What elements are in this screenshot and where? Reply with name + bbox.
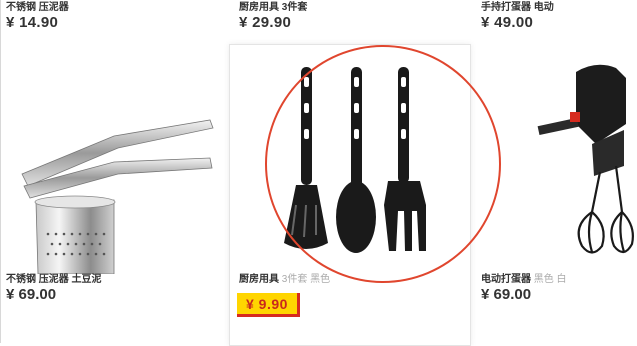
- kitchen-utensils-icon: [284, 67, 426, 253]
- product-name-top-3: 手持打蛋器 电动: [481, 2, 554, 13]
- price-tag-highlight: ¥ 9.90: [237, 293, 300, 317]
- product-name-top-1: 不锈钢 压泥器: [6, 2, 69, 13]
- product-name-potato-ricer: 不锈钢 压泥器 土豆泥: [6, 274, 102, 285]
- product-price-top-2: ¥ 29.90: [239, 14, 292, 31]
- product-name-suffix: 黑色 白: [533, 274, 567, 285]
- product-name-top-2: 厨房用具 3件套: [239, 2, 308, 13]
- product-name-main: 电动打蛋器: [481, 274, 531, 285]
- hand-mixer-icon: [537, 64, 634, 254]
- product-price-hand-mixer: ¥ 69.00: [481, 286, 532, 303]
- product-price-top-1: ¥ 14.90: [6, 14, 59, 31]
- product-price-potato-ricer: ¥ 69.00: [6, 286, 57, 303]
- product-name-kitchen-utensils: 厨房用具 3件套 黑色: [239, 270, 330, 285]
- product-price-top-3: ¥ 49.00: [481, 14, 534, 31]
- product-name-hand-mixer: 电动打蛋器 黑色 白: [481, 270, 567, 285]
- potato-ricer-icon: [21, 119, 214, 274]
- product-name-suffix: 3件套 黑色: [281, 274, 331, 285]
- product-name-main: 厨房用具: [239, 274, 279, 285]
